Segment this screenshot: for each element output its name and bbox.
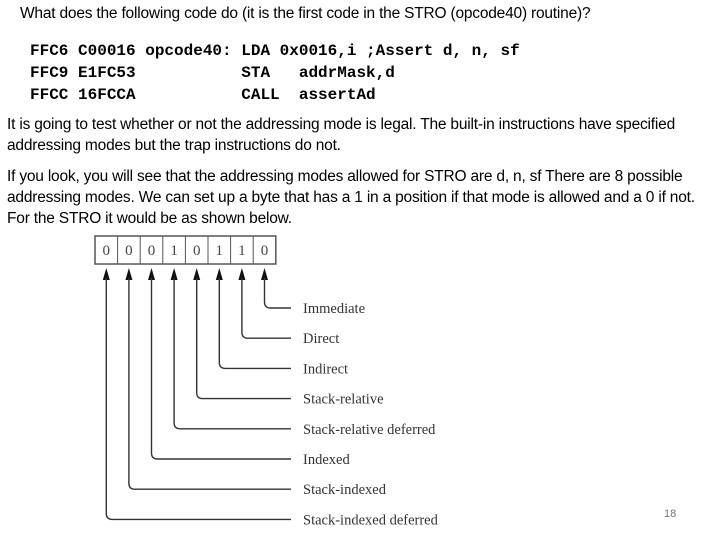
connector-line <box>218 278 291 370</box>
bit-value: 1 <box>238 243 246 259</box>
bit-value: 0 <box>193 243 201 259</box>
addressing-mode-label: Stack-indexed <box>303 482 387 498</box>
connector-line <box>263 278 291 309</box>
page-number: 18 <box>664 508 677 520</box>
bit-value: 1 <box>216 243 224 259</box>
addressing-mode-label: Immediate <box>303 301 365 317</box>
bit-value: 0 <box>148 243 156 259</box>
addressing-mode-label: Direct <box>303 331 339 347</box>
addressing-mode-label: Indexed <box>303 452 350 468</box>
addressing-mode-label: Stack-indexed deferred <box>303 512 439 528</box>
bit-value: 0 <box>125 243 133 259</box>
connector-line <box>173 278 291 430</box>
addressing-mode-label: Indirect <box>303 361 348 377</box>
addressing-mode-label: Stack-relative <box>303 392 384 408</box>
addressing-mode-diagram: 0 0 0 1 0 1 1 0ImmediateDirectIndirectStack-rel… <box>94 235 439 528</box>
bit-value: 1 <box>170 243 178 259</box>
bit-value: 0 <box>103 243 111 259</box>
bit-value: 0 <box>261 243 269 259</box>
addressing-mode-label: Stack-relative deferred <box>303 422 436 438</box>
